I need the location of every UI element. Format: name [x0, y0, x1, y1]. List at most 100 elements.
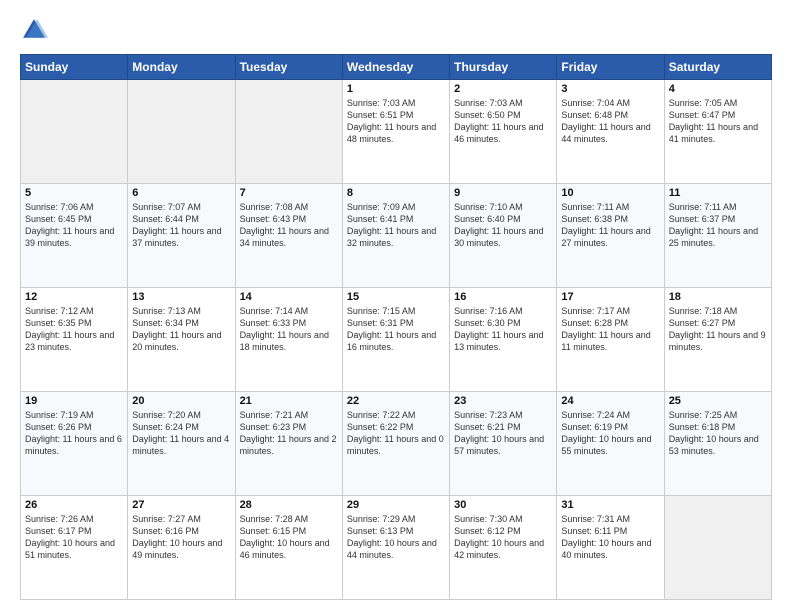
week-row-3: 19Sunrise: 7:19 AM Sunset: 6:26 PM Dayli… [21, 392, 772, 496]
day-cell: 15Sunrise: 7:15 AM Sunset: 6:31 PM Dayli… [342, 288, 449, 392]
week-row-4: 26Sunrise: 7:26 AM Sunset: 6:17 PM Dayli… [21, 496, 772, 600]
day-info: Sunrise: 7:26 AM Sunset: 6:17 PM Dayligh… [25, 513, 123, 562]
day-number: 2 [454, 83, 552, 95]
day-cell: 9 Sunrise: 7:10 AM Sunset: 6:40 PM Daylig… [450, 184, 557, 288]
week-row-0: 1 Sunrise: 7:03 AM Sunset: 6:51 PM Daylig… [21, 80, 772, 184]
day-cell: 27 Sunrise: 7:27 AM Sunset: 6:16 PM Dayli… [128, 496, 235, 600]
col-header-tuesday: Tuesday [235, 55, 342, 80]
day-info: Sunrise: 7:25 AM Sunset: 6:18 PM Dayligh… [669, 409, 767, 458]
day-cell [21, 80, 128, 184]
day-cell: 18Sunrise: 7:18 AM Sunset: 6:27 PM Dayli… [664, 288, 771, 392]
day-cell: 1 Sunrise: 7:03 AM Sunset: 6:51 PM Daylig… [342, 80, 449, 184]
day-number: 6 [132, 187, 230, 199]
day-info: Sunrise: 7:04 AM Sunset: 6:48 PM Dayligh… [561, 97, 659, 146]
header [20, 16, 772, 44]
day-info: Sunrise: 7:03 AM Sunset: 6:50 PM Dayligh… [454, 97, 552, 146]
day-number: 9 [454, 187, 552, 199]
col-header-thursday: Thursday [450, 55, 557, 80]
day-number: 17 [561, 291, 659, 303]
day-cell [128, 80, 235, 184]
logo [20, 16, 52, 44]
calendar-table: SundayMondayTuesdayWednesdayThursdayFrid… [20, 54, 772, 600]
day-info: Sunrise: 7:30 AM Sunset: 6:12 PM Dayligh… [454, 513, 552, 562]
day-cell: 22 Sunrise: 7:22 AM Sunset: 6:22 PM Dayli… [342, 392, 449, 496]
day-info: Sunrise: 7:28 AM Sunset: 6:15 PM Dayligh… [240, 513, 338, 562]
day-cell: 3 Sunrise: 7:04 AM Sunset: 6:48 PM Daylig… [557, 80, 664, 184]
day-number: 15 [347, 291, 445, 303]
day-number: 13 [132, 291, 230, 303]
day-info: Sunrise: 7:07 AM Sunset: 6:44 PM Dayligh… [132, 201, 230, 250]
day-number: 8 [347, 187, 445, 199]
day-cell: 2 Sunrise: 7:03 AM Sunset: 6:50 PM Daylig… [450, 80, 557, 184]
day-number: 7 [240, 187, 338, 199]
col-header-monday: Monday [128, 55, 235, 80]
day-number: 5 [25, 187, 123, 199]
day-info: Sunrise: 7:20 AM Sunset: 6:24 PM Dayligh… [132, 409, 230, 458]
day-number: 11 [669, 187, 767, 199]
week-row-2: 12 Sunrise: 7:12 AM Sunset: 6:35 PM Dayli… [21, 288, 772, 392]
page: SundayMondayTuesdayWednesdayThursdayFrid… [0, 0, 792, 612]
day-number: 14 [240, 291, 338, 303]
day-info: Sunrise: 7:12 AM Sunset: 6:35 PM Dayligh… [25, 305, 123, 354]
day-info: Sunrise: 7:31 AM Sunset: 6:11 PM Dayligh… [561, 513, 659, 562]
day-cell: 4Sunrise: 7:05 AM Sunset: 6:47 PM Daylig… [664, 80, 771, 184]
day-cell [664, 496, 771, 600]
day-info: Sunrise: 7:06 AM Sunset: 6:45 PM Dayligh… [25, 201, 123, 250]
day-cell [235, 80, 342, 184]
day-cell: 23 Sunrise: 7:23 AM Sunset: 6:21 PM Dayli… [450, 392, 557, 496]
day-cell: 28 Sunrise: 7:28 AM Sunset: 6:15 PM Dayli… [235, 496, 342, 600]
day-number: 25 [669, 395, 767, 407]
day-number: 31 [561, 499, 659, 511]
col-header-friday: Friday [557, 55, 664, 80]
day-number: 29 [347, 499, 445, 511]
logo-icon [20, 16, 48, 44]
day-info: Sunrise: 7:27 AM Sunset: 6:16 PM Dayligh… [132, 513, 230, 562]
day-info: Sunrise: 7:21 AM Sunset: 6:23 PM Dayligh… [240, 409, 338, 458]
day-info: Sunrise: 7:24 AM Sunset: 6:19 PM Dayligh… [561, 409, 659, 458]
day-number: 3 [561, 83, 659, 95]
day-number: 12 [25, 291, 123, 303]
day-cell: 25 Sunrise: 7:25 AM Sunset: 6:18 PM Dayli… [664, 392, 771, 496]
day-info: Sunrise: 7:23 AM Sunset: 6:21 PM Dayligh… [454, 409, 552, 458]
day-cell: 30 Sunrise: 7:30 AM Sunset: 6:12 PM Dayli… [450, 496, 557, 600]
day-cell: 31 Sunrise: 7:31 AM Sunset: 6:11 PM Dayli… [557, 496, 664, 600]
day-cell: 8 Sunrise: 7:09 AM Sunset: 6:41 PM Daylig… [342, 184, 449, 288]
day-cell: 14Sunrise: 7:14 AM Sunset: 6:33 PM Dayli… [235, 288, 342, 392]
day-number: 20 [132, 395, 230, 407]
col-header-sunday: Sunday [21, 55, 128, 80]
day-cell: 17 Sunrise: 7:17 AM Sunset: 6:28 PM Dayli… [557, 288, 664, 392]
day-cell: 19Sunrise: 7:19 AM Sunset: 6:26 PM Dayli… [21, 392, 128, 496]
day-cell: 20 Sunrise: 7:20 AM Sunset: 6:24 PM Dayli… [128, 392, 235, 496]
day-number: 19 [25, 395, 123, 407]
day-info: Sunrise: 7:09 AM Sunset: 6:41 PM Dayligh… [347, 201, 445, 250]
day-cell: 13Sunrise: 7:13 AM Sunset: 6:34 PM Dayli… [128, 288, 235, 392]
day-info: Sunrise: 7:22 AM Sunset: 6:22 PM Dayligh… [347, 409, 445, 458]
day-cell: 24 Sunrise: 7:24 AM Sunset: 6:19 PM Dayli… [557, 392, 664, 496]
day-info: Sunrise: 7:10 AM Sunset: 6:40 PM Dayligh… [454, 201, 552, 250]
day-number: 1 [347, 83, 445, 95]
day-info: Sunrise: 7:16 AM Sunset: 6:30 PM Dayligh… [454, 305, 552, 354]
day-info: Sunrise: 7:11 AM Sunset: 6:38 PM Dayligh… [561, 201, 659, 250]
day-number: 24 [561, 395, 659, 407]
day-cell: 16 Sunrise: 7:16 AM Sunset: 6:30 PM Dayli… [450, 288, 557, 392]
day-number: 27 [132, 499, 230, 511]
day-cell: 21 Sunrise: 7:21 AM Sunset: 6:23 PM Dayli… [235, 392, 342, 496]
day-number: 23 [454, 395, 552, 407]
day-number: 10 [561, 187, 659, 199]
day-number: 21 [240, 395, 338, 407]
day-cell: 7Sunrise: 7:08 AM Sunset: 6:43 PM Daylig… [235, 184, 342, 288]
day-info: Sunrise: 7:03 AM Sunset: 6:51 PM Dayligh… [347, 97, 445, 146]
day-info: Sunrise: 7:11 AM Sunset: 6:37 PM Dayligh… [669, 201, 767, 250]
day-cell: 11 Sunrise: 7:11 AM Sunset: 6:37 PM Dayli… [664, 184, 771, 288]
day-info: Sunrise: 7:17 AM Sunset: 6:28 PM Dayligh… [561, 305, 659, 354]
day-cell: 12 Sunrise: 7:12 AM Sunset: 6:35 PM Dayli… [21, 288, 128, 392]
day-number: 28 [240, 499, 338, 511]
col-header-wednesday: Wednesday [342, 55, 449, 80]
day-number: 30 [454, 499, 552, 511]
day-number: 22 [347, 395, 445, 407]
day-cell: 10 Sunrise: 7:11 AM Sunset: 6:38 PM Dayli… [557, 184, 664, 288]
day-cell: 26Sunrise: 7:26 AM Sunset: 6:17 PM Dayli… [21, 496, 128, 600]
day-number: 16 [454, 291, 552, 303]
day-info: Sunrise: 7:05 AM Sunset: 6:47 PM Dayligh… [669, 97, 767, 146]
day-number: 18 [669, 291, 767, 303]
